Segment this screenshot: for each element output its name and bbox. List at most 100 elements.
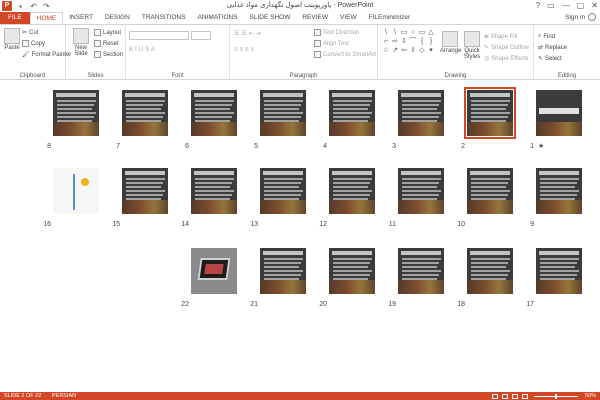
select-button[interactable]: ↖ Select <box>538 55 562 63</box>
slide-thumbnail[interactable] <box>467 168 513 214</box>
close-icon[interactable]: ✕ <box>591 0 598 11</box>
copy-button[interactable]: Copy <box>22 40 45 47</box>
align-center-icon[interactable]: ≡ <box>240 47 244 53</box>
shape-arrow-icon[interactable]: ⇧ <box>409 47 417 55</box>
shape-oval-icon[interactable]: ○ <box>409 29 417 37</box>
font-color-icon[interactable]: A <box>151 47 155 53</box>
slide-thumbnail[interactable] <box>398 248 444 294</box>
tab-review[interactable]: REVIEW <box>296 12 334 24</box>
reset-button[interactable]: Reset <box>94 40 119 47</box>
slide-thumbnail[interactable] <box>260 248 306 294</box>
convert-smartart-button[interactable]: Convert to SmartArt <box>314 51 376 58</box>
increase-indent-icon[interactable]: ⇥ <box>256 30 261 37</box>
shape-outline-button[interactable]: ✎ Shape Outline <box>484 44 529 52</box>
shape-arrow-icon[interactable]: ↗ <box>391 47 399 55</box>
shape-star-icon[interactable]: ☆ <box>382 47 390 55</box>
numbering-icon[interactable]: ☰ <box>241 30 246 37</box>
tab-home[interactable]: HOME <box>29 12 64 24</box>
zoom-slider-thumb[interactable] <box>555 393 557 399</box>
font-size-combo[interactable] <box>191 31 211 40</box>
slide-thumbnail[interactable] <box>329 90 375 136</box>
slide-show-view-icon[interactable] <box>522 393 528 399</box>
slide-thumbnail[interactable] <box>53 90 99 136</box>
align-left-icon[interactable]: ≡ <box>234 47 238 53</box>
strikethrough-icon[interactable]: S <box>145 47 149 53</box>
tab-view[interactable]: VIEW <box>334 12 363 24</box>
align-right-icon[interactable]: ≡ <box>245 47 249 53</box>
slide-thumbnail[interactable] <box>398 90 444 136</box>
bold-icon[interactable]: B <box>129 47 133 53</box>
shape-effects-button[interactable]: ◎ Shape Effects <box>484 55 529 63</box>
bullets-icon[interactable]: ☰ <box>234 30 239 37</box>
shape-curve-icon[interactable]: ⌒ <box>409 38 417 46</box>
font-name-combo[interactable] <box>129 31 189 40</box>
slide-thumbnail[interactable] <box>53 168 99 214</box>
new-slide-button[interactable]: New Slide <box>70 28 92 57</box>
shape-diamond-icon[interactable]: ◇ <box>418 47 426 55</box>
text-direction-button[interactable]: Text Direction <box>314 29 359 36</box>
shape-arrow-icon[interactable]: ⇩ <box>400 38 408 46</box>
shape-rectangle-icon[interactable]: ▭ <box>418 29 426 37</box>
tab-file[interactable]: FILE <box>0 12 30 24</box>
tab-slide-show[interactable]: SLIDE SHOW <box>244 12 297 24</box>
slide-thumbnail[interactable] <box>260 90 306 136</box>
transition-star-icon[interactable]: ★ <box>538 142 544 150</box>
cut-button[interactable]: ✂ Cut <box>22 29 38 37</box>
shape-rectangle-icon[interactable]: ▭ <box>400 29 408 37</box>
slide-thumbnail[interactable] <box>398 168 444 214</box>
slide-thumbnail[interactable] <box>191 248 237 294</box>
tab-fileminimizer[interactable]: FILEminimizer <box>363 12 417 24</box>
slide-thumbnail[interactable] <box>122 168 168 214</box>
slide-thumbnail[interactable] <box>329 248 375 294</box>
shape-arrow-icon[interactable]: ⇦ <box>400 47 408 55</box>
shape-triangle-icon[interactable]: △ <box>427 29 435 37</box>
tab-insert[interactable]: INSERT <box>63 12 99 24</box>
minimize-icon[interactable]: — <box>562 0 570 11</box>
quick-styles-button[interactable]: Quick Styles <box>461 31 483 60</box>
underline-icon[interactable]: U <box>139 47 143 53</box>
shape-line-icon[interactable]: ⌐ <box>382 38 390 46</box>
paste-button[interactable]: Paste <box>2 28 22 51</box>
format-painter-button[interactable]: 🖌 Format Painter <box>22 51 71 59</box>
slide-thumbnail[interactable] <box>122 90 168 136</box>
maximize-icon[interactable]: ▢ <box>577 0 585 11</box>
shape-line-icon[interactable]: \ <box>382 29 390 37</box>
section-button[interactable]: Section <box>94 51 123 58</box>
layout-button[interactable]: Layout <box>94 29 121 36</box>
decrease-indent-icon[interactable]: ⇤ <box>249 30 254 37</box>
shape-brace-icon[interactable]: } <box>427 38 435 46</box>
tab-design[interactable]: DESIGN <box>99 12 136 24</box>
language-indicator[interactable]: PERSIAN <box>52 392 76 400</box>
slide-thumbnail[interactable] <box>536 90 582 136</box>
shape-more-icon[interactable]: ▾ <box>427 47 435 55</box>
replace-button[interactable]: ⇄ Replace <box>538 44 567 52</box>
slide-sorter-view-icon[interactable] <box>502 393 508 399</box>
slide-thumbnail[interactable] <box>464 87 516 139</box>
shape-arrow-icon[interactable]: ⇨ <box>391 38 399 46</box>
tab-transitions[interactable]: TRANSITIONS <box>136 12 192 24</box>
normal-view-icon[interactable] <box>492 393 498 399</box>
tab-animations[interactable]: ANIMATIONS <box>192 12 244 24</box>
arrange-button[interactable]: Arrange <box>440 31 461 54</box>
justify-icon[interactable]: ≡ <box>251 47 255 53</box>
reading-view-icon[interactable] <box>512 393 518 399</box>
slide-thumbnail[interactable] <box>536 168 582 214</box>
shape-line-icon[interactable]: \ <box>391 29 399 37</box>
slide-thumbnail[interactable] <box>191 90 237 136</box>
sign-in[interactable]: Sign in <box>565 13 596 21</box>
ribbon-display-icon[interactable]: ▭ <box>547 0 555 11</box>
shape-fill-button[interactable]: ◈ Shape Fill <box>484 33 517 41</box>
slide-thumbnail[interactable] <box>260 168 306 214</box>
slide-thumbnail[interactable] <box>329 168 375 214</box>
shapes-gallery[interactable]: \ \ ▭ ○ ▭ △ ⌐ ⇨ ⇩ ⌒ { } ☆ ↗ ⇦ ⇧ ◇ ▾ <box>382 29 437 61</box>
italic-icon[interactable]: I <box>135 47 137 53</box>
zoom-level[interactable]: 50% <box>585 392 596 400</box>
slide-thumbnail[interactable] <box>536 248 582 294</box>
find-button[interactable]: ⌕ Find <box>538 33 555 40</box>
slide-thumbnail[interactable] <box>191 168 237 214</box>
align-text-button[interactable]: Align Text <box>314 40 349 47</box>
slide-title-line <box>194 171 234 175</box>
slide-thumbnail[interactable] <box>467 248 513 294</box>
shape-brace-icon[interactable]: { <box>418 38 426 46</box>
help-icon[interactable]: ? <box>536 0 540 11</box>
